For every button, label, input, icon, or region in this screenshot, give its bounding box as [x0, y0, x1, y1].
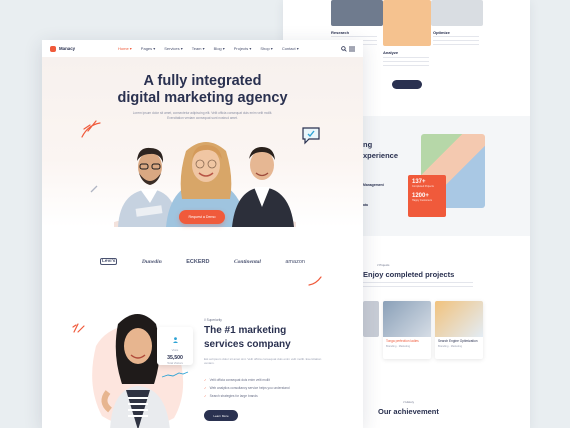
project-meta-1: Branding · Marketing	[386, 345, 411, 348]
item-analyze: Analyze	[383, 50, 399, 55]
nav-team[interactable]: Team ▾	[192, 46, 205, 51]
brand-logos: Levi's Dunedin ECKERD Continental amazon	[100, 258, 305, 265]
nav-services[interactable]: Services ▾	[164, 46, 182, 51]
top-nav: Manacy Home ▾ Pages ▾ Services ▾ Team ▾ …	[42, 40, 363, 57]
burst-doodle-icon	[72, 323, 85, 333]
brand-levis: Levi's	[100, 258, 118, 265]
feature-list: ✓ Velit officia consequat duis enim velit…	[204, 376, 290, 401]
logo-icon	[50, 45, 56, 52]
experience-title-1: ng	[363, 140, 373, 149]
feature-text: Velit officia consequat duis enim velit …	[209, 378, 270, 382]
hero-title-line2: digital marketing agency	[117, 90, 288, 106]
projects-title: Enjoy completed projects	[363, 270, 455, 279]
project-image-1	[383, 301, 431, 337]
feature-item: ✓ Search strategies for large brands	[204, 392, 290, 400]
menu-icon	[349, 46, 355, 51]
research-image	[331, 0, 383, 26]
analyze-image	[383, 0, 431, 46]
hero-title: A fully integrated digital marketing age…	[42, 73, 363, 107]
back-button[interactable]	[392, 80, 422, 89]
project-title-1: Tonga perfection ladies	[386, 339, 419, 343]
nav-pages[interactable]: Pages ▾	[141, 46, 155, 51]
search-icon	[341, 45, 347, 52]
team-member-right	[232, 147, 294, 227]
brand-eckerd: ECKERD	[186, 258, 210, 265]
section-body: Est ad ipsum dolor sit amet sint. Velit …	[204, 357, 322, 366]
company-section: Visits 35,500 Total Visitors // Superior…	[42, 302, 363, 428]
hero-subtitle: Lorem ipsum dolor sit amet, consectetur …	[132, 111, 273, 120]
search-button[interactable]	[341, 45, 355, 52]
feature-item: ✓ Web analytics consultancy service helps…	[204, 384, 290, 392]
section-title-line2: services company	[204, 339, 291, 350]
section-title: The #1 marketing services company	[204, 324, 344, 352]
item-research: Research	[331, 30, 350, 35]
feature-text: Web analytics consultancy service helps …	[209, 386, 290, 391]
experience-title-2: xperience	[363, 151, 399, 160]
section-eyebrow: // Superiority	[204, 318, 222, 322]
feature-text: Search strategies for large brands	[209, 394, 258, 399]
request-demo-button[interactable]: Request a Demo	[179, 210, 225, 224]
nav-shop[interactable]: Shop ▾	[260, 46, 272, 51]
brand-dunedin: Dunedin	[141, 258, 162, 265]
projects-eyebrow: // Projects	[377, 263, 390, 267]
hero-section: A fully integrated digital marketing age…	[42, 57, 363, 227]
hero-title-line1: A fully integrated	[143, 73, 262, 89]
brand-amazon: amazon	[285, 258, 305, 265]
brand-logo[interactable]: Manacy	[50, 45, 118, 52]
achievement-eyebrow: // History	[403, 400, 415, 404]
section-title-line1: The #1 marketing	[204, 325, 287, 336]
optimize-image	[431, 0, 483, 26]
sparkle-doodle-icon	[81, 120, 101, 138]
stat-caption: Total Visitors	[167, 361, 183, 365]
analyze-text	[383, 57, 429, 67]
learn-more-button[interactable]: Learn More	[204, 410, 238, 421]
chat-like-icon	[302, 127, 320, 145]
nav-blog[interactable]: Blog ▾	[214, 46, 225, 51]
sparkline-icon	[161, 371, 189, 378]
projects-text	[363, 282, 473, 290]
item-optimize: Optimize	[433, 30, 450, 35]
user-icon	[172, 337, 178, 343]
check-icon: ✓	[204, 386, 207, 391]
optimize-text	[433, 36, 479, 46]
project-image-2	[435, 301, 483, 337]
curve-doodle-icon	[308, 276, 322, 286]
landing-page-preview: Manacy Home ▾ Pages ▾ Services ▾ Team ▾ …	[42, 40, 363, 428]
project-card-2[interactable]: Search Engine Optimization Branding · Ma…	[435, 301, 483, 359]
project-card-1[interactable]: Tonga perfection ladies Branding · Marke…	[383, 301, 431, 359]
feature-item: ✓ Velit officia consequat duis enim velit…	[204, 376, 290, 384]
pen-doodle-icon	[90, 185, 98, 193]
check-icon: ✓	[204, 394, 207, 399]
nav-contact[interactable]: Contact ▾	[282, 46, 299, 51]
stat-projects-label: Completed Projects	[412, 185, 434, 188]
nav-home[interactable]: Home ▾	[118, 46, 132, 51]
project-card-partial[interactable]	[363, 301, 379, 337]
nav-menu: Home ▾ Pages ▾ Services ▾ Team ▾ Blog ▾ …	[118, 46, 341, 51]
brand-name: Manacy	[59, 46, 76, 51]
brand-continental: Continental	[233, 258, 261, 265]
exp-item-data: ata	[363, 203, 368, 207]
project-meta-2: Branding · Marketing	[438, 345, 463, 348]
check-icon: ✓	[204, 378, 207, 382]
stats-card: 137+ Completed Projects 1200+ Happy Cust…	[408, 175, 446, 217]
stat-customers-label: Happy Customers	[412, 199, 433, 202]
project-title-2: Search Engine Optimization	[438, 339, 478, 343]
visits-stat-card: Visits 35,500 Total Visitors	[157, 327, 193, 378]
exp-item-management: Management	[363, 183, 384, 187]
achievement-title: Our achievement	[378, 407, 439, 416]
stat-label: Visits	[171, 348, 179, 352]
nav-projects[interactable]: Projects ▾	[234, 46, 252, 51]
